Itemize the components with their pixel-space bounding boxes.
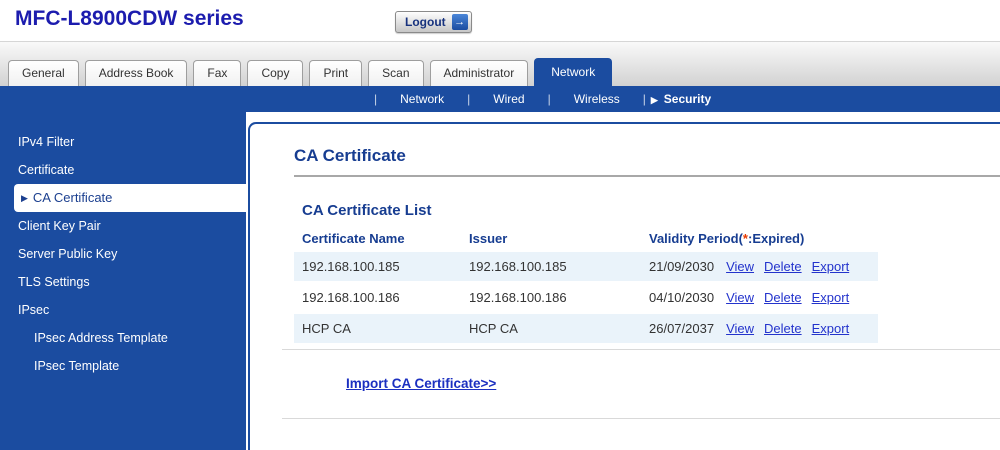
tab-network[interactable]: Network [534,58,612,86]
subnav-item-wireless[interactable]: Wireless [551,92,643,106]
validity-cell: 26/07/2037 View Delete Export [641,314,878,343]
validity-date: 21/09/2030 [649,259,714,274]
sidebar-item-certificate[interactable]: Certificate [0,156,246,184]
sidebar-item-ipv4-filter[interactable]: IPv4 Filter [0,128,246,156]
sidebar-item-ipsec[interactable]: IPsec [0,296,246,324]
issuer-cell: HCP CA [461,314,641,343]
tab-address-book[interactable]: Address Book [85,60,188,86]
certificate-name-cell: 192.168.100.185 [294,252,461,281]
subnav-item-wired[interactable]: Wired [470,92,547,106]
certificate-name-cell: 192.168.100.186 [294,283,461,312]
ca-certificate-table: Certificate Name Issuer Validity Period(… [294,225,878,345]
sidebar-item-client-key-pair[interactable]: Client Key Pair [0,212,246,240]
certificate-name-cell: HCP CA [294,314,461,343]
page-title: MFC-L8900CDW series [15,7,244,31]
view-link[interactable]: View [726,259,754,274]
table-row: HCP CA HCP CA 26/07/2037 View Delete Export [294,314,878,343]
column-header-issuer: Issuer [461,227,641,250]
table-header-row: Certificate Name Issuer Validity Period(… [294,227,878,250]
validity-date: 26/07/2037 [649,321,714,336]
body-row: IPv4 Filter Certificate ▶ CA Certificate … [0,112,1000,450]
bottom-divider [282,418,1000,419]
tab-copy[interactable]: Copy [247,60,303,86]
export-link[interactable]: Export [812,321,850,336]
column-header-validity: Validity Period(*:Expired) [641,227,878,250]
validity-date: 04/10/2030 [649,290,714,305]
active-item-arrow-icon: ▶ [21,193,28,203]
sidebar-item-ipsec-address-template[interactable]: IPsec Address Template [0,324,246,352]
sidebar-item-tls-settings[interactable]: TLS Settings [0,268,246,296]
sidebar-item-ca-certificate-label: CA Certificate [33,190,112,205]
tab-print[interactable]: Print [309,60,362,86]
title-divider [294,175,1000,177]
delete-link[interactable]: Delete [764,290,802,305]
validity-cell: 21/09/2030 View Delete Export [641,252,878,281]
sidebar-item-ca-certificate[interactable]: ▶ CA Certificate [14,184,246,212]
table-row: 192.168.100.186 192.168.100.186 04/10/20… [294,283,878,312]
import-ca-certificate-link[interactable]: Import CA Certificate>> [346,376,496,391]
primary-tab-bar: General Address Book Fax Copy Print Scan… [0,42,1000,86]
issuer-cell: 192.168.100.186 [461,283,641,312]
subnav-item-network[interactable]: Network [377,92,467,106]
content-panel: CA Certificate CA Certificate List Certi… [248,122,1000,450]
view-link[interactable]: View [726,290,754,305]
subnav-item-security-label: Security [664,92,711,106]
export-link[interactable]: Export [812,259,850,274]
tab-administrator[interactable]: Administrator [430,60,529,86]
validity-header-prefix: Validity Period( [649,231,743,246]
tab-fax[interactable]: Fax [193,60,241,86]
validity-cell: 04/10/2030 View Delete Export [641,283,878,312]
column-header-certificate-name: Certificate Name [294,227,461,250]
table-row: 192.168.100.185 192.168.100.185 21/09/20… [294,252,878,281]
delete-link[interactable]: Delete [764,259,802,274]
tab-general[interactable]: General [8,60,79,86]
logout-button-label: Logout [405,15,446,29]
subnav-item-security[interactable]: ▶ Security [646,92,721,106]
list-title: CA Certificate List [302,202,1000,219]
tab-scan[interactable]: Scan [368,60,423,86]
section-title: CA Certificate [294,146,1000,166]
sidebar-item-ipsec-template[interactable]: IPsec Template [0,352,246,380]
logout-arrow-icon: → [452,14,468,30]
validity-header-suffix: :Expired) [748,231,804,246]
issuer-cell: 192.168.100.185 [461,252,641,281]
content-area: CA Certificate CA Certificate List Certi… [246,112,1000,450]
security-sidebar: IPv4 Filter Certificate ▶CA Certificate … [0,112,246,450]
active-subnav-arrow-icon: ▶ [651,95,658,105]
view-link[interactable]: View [726,321,754,336]
brother-web-admin-page: MFC-L8900CDW series Logout → General Add… [0,0,1000,450]
logout-button[interactable]: Logout → [395,11,472,33]
top-header: MFC-L8900CDW series Logout → [0,0,1000,42]
delete-link[interactable]: Delete [764,321,802,336]
sidebar-item-server-public-key[interactable]: Server Public Key [0,240,246,268]
table-divider [282,349,1000,350]
network-subnav-bar: | Network | Wired | Wireless | ▶Security [0,86,1000,112]
export-link[interactable]: Export [812,290,850,305]
